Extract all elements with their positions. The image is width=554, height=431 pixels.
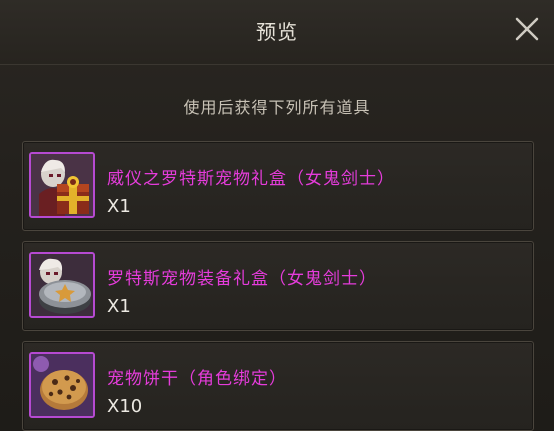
reward-item[interactable]: 罗特斯宠物装备礼盒（女鬼剑士） X1 bbox=[22, 241, 534, 331]
reward-item-name: 宠物饼干（角色绑定） bbox=[107, 369, 287, 389]
close-button[interactable] bbox=[510, 12, 544, 46]
reward-item-name: 威仪之罗特斯宠物礼盒（女鬼剑士） bbox=[107, 169, 395, 189]
reward-item-name: 罗特斯宠物装备礼盒（女鬼剑士） bbox=[107, 269, 377, 289]
dialog-title: 预览 bbox=[256, 20, 298, 44]
preview-dialog: 预览 使用后获得下列所有道具 威仪之罗特斯宠物礼盒（女鬼剑士） X1 罗特斯宠物… bbox=[0, 0, 554, 431]
reward-item[interactable]: 宠物饼干（角色绑定） X10 bbox=[22, 341, 534, 431]
dialog-subtitle: 使用后获得下列所有道具 bbox=[183, 98, 371, 117]
reward-item-quantity: X10 bbox=[107, 396, 143, 417]
reward-item-quantity: X1 bbox=[107, 296, 131, 317]
reward-item-quantity: X1 bbox=[107, 196, 131, 217]
pet-equipment-box-icon bbox=[29, 252, 95, 318]
pet-cookie-icon bbox=[29, 352, 95, 418]
reward-item[interactable]: 威仪之罗特斯宠物礼盒（女鬼剑士） X1 bbox=[22, 141, 534, 231]
reward-item-list: 威仪之罗特斯宠物礼盒（女鬼剑士） X1 罗特斯宠物装备礼盒（女鬼剑士） X1 宠… bbox=[22, 141, 534, 431]
pet-gift-box-icon bbox=[29, 152, 95, 218]
close-icon bbox=[515, 17, 539, 41]
dialog-titlebar: 预览 bbox=[0, 0, 554, 65]
